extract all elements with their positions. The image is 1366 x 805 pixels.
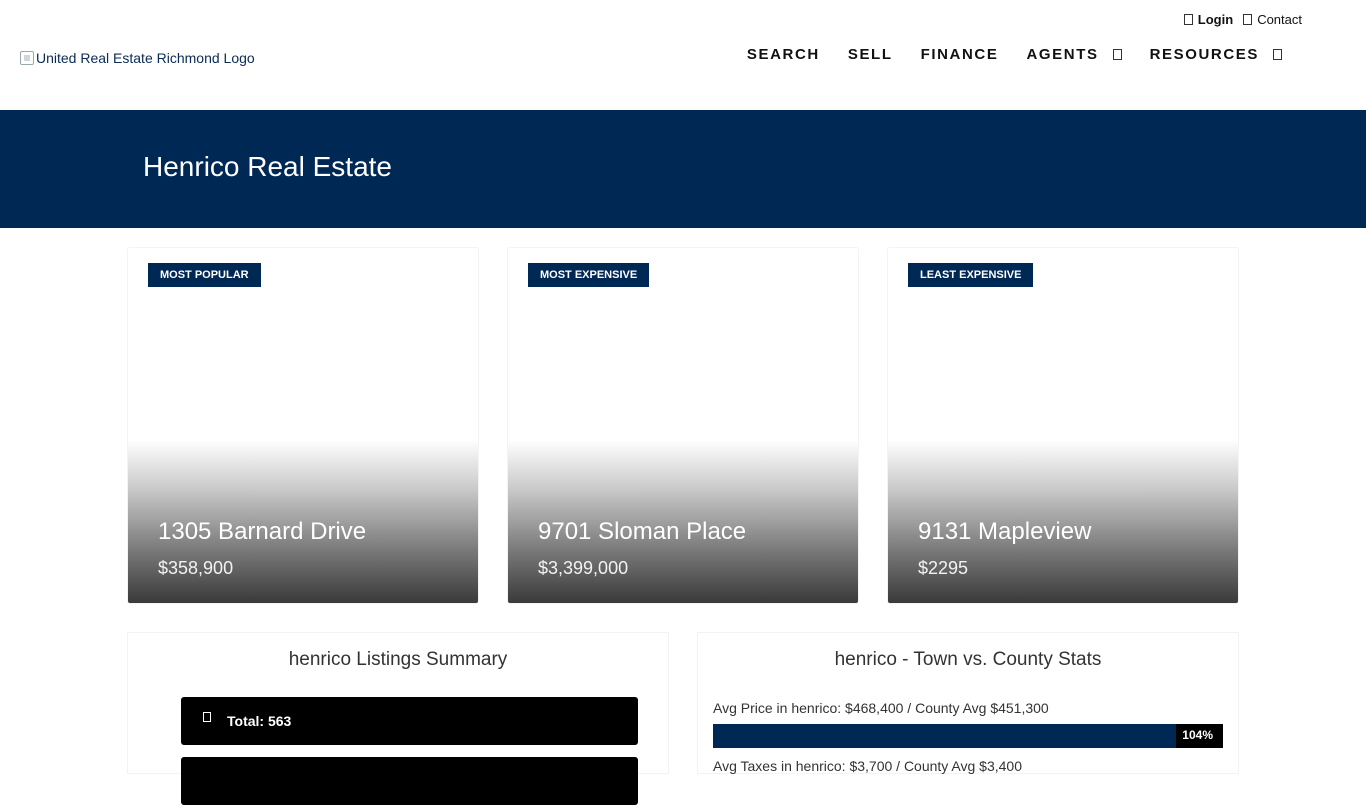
stat-bar-fill bbox=[713, 724, 1176, 748]
summary-title: henrico Listings Summary bbox=[288, 649, 508, 670]
listing-badge: LEAST EXPENSIVE bbox=[908, 263, 1034, 287]
stat-label-avg-price: Avg Price in henrico: $468,400 / County … bbox=[713, 700, 1049, 716]
nav-item-agents[interactable]: AGENTS bbox=[1012, 46, 1135, 63]
page-title: Henrico Real Estate bbox=[143, 151, 393, 182]
hero-banner: Henrico Real Estate bbox=[0, 110, 1366, 228]
stat-label-avg-taxes: Avg Taxes in henrico: $3,700 / County Av… bbox=[713, 758, 1022, 774]
nav-label: SELL bbox=[847, 46, 893, 63]
chevron-down-icon bbox=[1112, 49, 1122, 60]
listing-price: $358,900 bbox=[158, 558, 234, 578]
listing-badge: MOST EXPENSIVE bbox=[528, 263, 650, 287]
listings-summary-panel: henrico Listings Summary Total: 563 bbox=[128, 633, 668, 805]
stats-title: henrico - Town vs. County Stats bbox=[834, 649, 1102, 670]
chevron-down-icon bbox=[1273, 49, 1282, 60]
listing-address: 9131 Mapleview bbox=[918, 518, 1092, 545]
listing-badge: MOST POPULAR bbox=[148, 263, 261, 287]
nav-label: FINANCE bbox=[920, 46, 999, 63]
login-link[interactable]: Login bbox=[1183, 12, 1234, 27]
utility-links: Login Contact bbox=[1183, 12, 1302, 27]
nav-item-finance[interactable]: FINANCE bbox=[907, 46, 1013, 63]
featured-listings: MOST POPULAR 1305 Barnard Drive $358,900… bbox=[128, 248, 1238, 603]
listing-price: $2295 bbox=[918, 558, 969, 578]
nav-item-search[interactable]: SEARCH bbox=[747, 46, 834, 63]
summary-row-total[interactable]: Total: 563 bbox=[181, 697, 638, 745]
logo-alt-text: United Real Estate Richmond Logo bbox=[36, 50, 255, 66]
site-header: United Real Estate Richmond Logo Login C… bbox=[0, 0, 1366, 110]
listing-address: 9701 Sloman Place bbox=[538, 518, 747, 545]
stat-bar-avg-price: 104% bbox=[713, 724, 1223, 748]
listing-address: 1305 Barnard Drive bbox=[158, 518, 367, 545]
nav-item-sell[interactable]: SELL bbox=[834, 46, 907, 63]
envelope-icon bbox=[1243, 14, 1253, 25]
listing-card-least-expensive[interactable]: LEAST EXPENSIVE 9131 Mapleview $2295 bbox=[888, 248, 1238, 603]
listing-price: $3,399,000 bbox=[538, 558, 629, 578]
contact-link[interactable]: Contact bbox=[1243, 12, 1302, 27]
listing-card-most-expensive[interactable]: MOST EXPENSIVE 9701 Sloman Place $3,399,… bbox=[508, 248, 858, 603]
summary-row[interactable] bbox=[181, 757, 638, 805]
nav-label: RESOURCES bbox=[1149, 46, 1259, 63]
listing-card-most-popular[interactable]: MOST POPULAR 1305 Barnard Drive $358,900 bbox=[128, 248, 478, 603]
main-nav: SEARCH SELL FINANCE AGENTS RESOURCES bbox=[747, 46, 1296, 63]
nav-label: SEARCH bbox=[746, 46, 820, 63]
login-label: Login bbox=[1197, 12, 1234, 27]
contact-label: Contact bbox=[1257, 12, 1302, 27]
nav-label: AGENTS bbox=[1026, 46, 1099, 63]
stat-bar-percent: 104% bbox=[1182, 728, 1213, 742]
user-icon bbox=[1183, 14, 1193, 25]
summary-row-label: Total: 563 bbox=[227, 713, 292, 729]
town-county-stats-panel: henrico - Town vs. County Stats Avg Pric… bbox=[698, 633, 1238, 774]
home-icon bbox=[203, 712, 211, 722]
broken-image-icon bbox=[20, 51, 34, 65]
site-logo-link[interactable]: United Real Estate Richmond Logo bbox=[20, 50, 255, 66]
nav-item-resources[interactable]: RESOURCES bbox=[1136, 46, 1296, 63]
